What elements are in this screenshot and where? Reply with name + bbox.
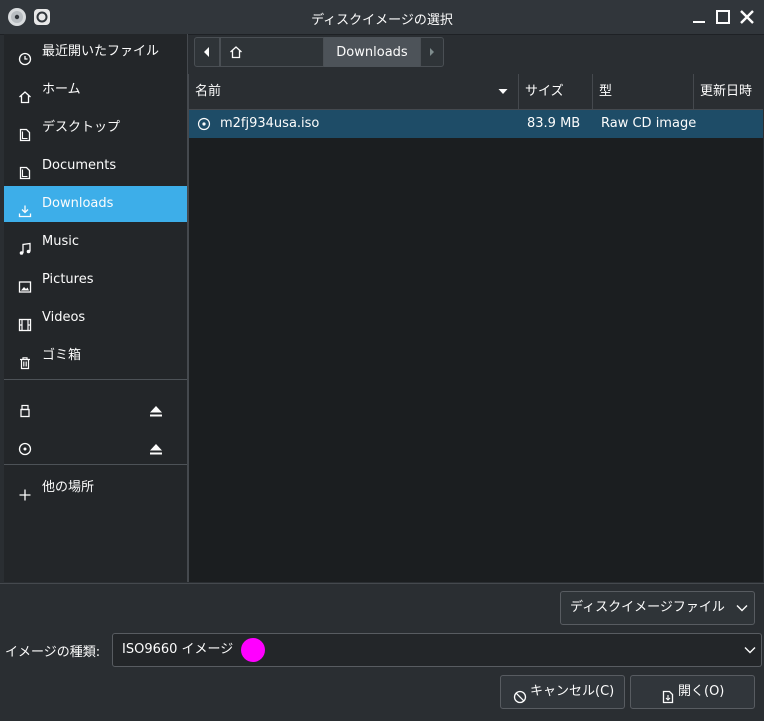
sidebar-item-label: Pictures [42,272,94,287]
sidebar-item-label: Documents [42,158,117,173]
sidebar-item-music[interactable]: Music [4,224,187,260]
desktop-icon [18,121,32,142]
sidebar-item-documents[interactable]: Documents [4,148,187,184]
file-row[interactable]: m2fj934usa.iso 83.9 MB Raw CD image [189,110,763,138]
sidebar-item-label: Videos [42,310,86,325]
maximize-button[interactable] [712,6,734,28]
usb-drive-icon [18,397,32,418]
video-icon [18,311,32,332]
eject-icon[interactable] [149,397,163,417]
dialog-footer: ディスクイメージファイル イメージの種類: ISO9660 イメージ キャンセル… [0,583,764,721]
sidebar-item-label: ホーム [42,82,81,97]
sidebar-item-downloads[interactable]: Downloads [4,186,187,222]
path-forward-button[interactable] [420,37,444,67]
sidebar-item-label: 最近開いたファイル [42,44,160,59]
file-size: 83.9 MB [527,116,581,131]
file-name: m2fj934usa.iso [220,116,320,131]
title-bar: ディスクイメージの選択 [0,0,764,35]
column-label: 型 [599,84,613,99]
open-label: 開く(O) [678,684,725,699]
download-icon [18,197,32,218]
chevron-down-icon [735,592,749,624]
places-sidebar: 最近開いたファイル ホーム デスクトップ Documents Downloads… [4,34,188,582]
file-list: 名前 サイズ 型 更新日時 m2fj934usa.iso 83.9 MB Raw… [188,74,763,582]
cancel-icon [513,685,527,717]
column-type[interactable]: 型 [593,74,694,109]
column-header: 名前 サイズ 型 更新日時 [189,74,763,110]
column-size[interactable]: サイズ [519,74,593,109]
sidebar-item-videos[interactable]: Videos [4,300,187,336]
path-segment-label: Downloads [336,45,408,60]
column-label: 名前 [195,84,222,99]
music-icon [18,235,32,255]
document-open-icon [661,685,675,717]
image-type-label: イメージの種類: [5,645,101,660]
disc-icon [18,435,32,456]
cancel-button[interactable]: キャンセル(C) [500,675,625,709]
eject-icon[interactable] [149,435,163,455]
sidebar-item-label: Downloads [42,196,114,211]
sidebar-item-usb-drive[interactable] [4,386,187,422]
sidebar-item-other-places[interactable]: 他の場所 [4,470,187,506]
path-back-button[interactable] [194,37,220,67]
image-type-select[interactable]: ISO9660 イメージ [112,633,762,667]
chevron-down-icon [743,634,757,666]
column-label: サイズ [525,84,564,99]
column-modified[interactable]: 更新日時 [694,74,763,109]
open-button[interactable]: 開く(O) [630,675,755,709]
cancel-label: キャンセル(C) [530,684,615,699]
cursor-marker [241,638,265,662]
sidebar-item-label: Music [42,234,79,249]
sidebar-item-label: 他の場所 [42,480,95,495]
picture-icon [18,273,32,293]
column-name[interactable]: 名前 [189,74,519,109]
plus-icon [18,481,32,501]
window-title: ディスクイメージの選択 [311,13,453,28]
trash-icon [18,349,32,370]
path-segment-downloads[interactable]: Downloads [324,37,420,67]
home-icon [229,45,243,63]
file-filter-value: ディスクイメージファイル [570,600,725,615]
path-segment-home[interactable] [220,37,324,67]
sidebar-divider [4,379,187,380]
file-filter-select[interactable]: ディスクイメージファイル [560,591,755,625]
clock-icon [18,45,32,66]
minimize-button[interactable] [688,6,710,28]
sidebar-item-recent[interactable]: 最近開いたファイル [4,34,187,70]
sidebar-item-label: ゴミ箱 [42,348,82,363]
sidebar-item-home[interactable]: ホーム [4,72,187,108]
sidebar-item-desktop[interactable]: デスクトップ [4,110,187,146]
column-label: 更新日時 [700,84,753,99]
disc-icon [197,117,211,135]
sidebar-item-pictures[interactable]: Pictures [4,262,187,298]
sidebar-item-trash[interactable]: ゴミ箱 [4,338,187,374]
image-type-value: ISO9660 イメージ [122,642,234,657]
sidebar-item-optical-drive[interactable] [4,424,187,460]
close-button[interactable] [736,6,758,28]
home-icon [18,83,32,104]
document-icon [18,159,32,180]
sidebar-item-label: デスクトップ [42,120,121,135]
file-type: Raw CD image [601,116,697,131]
sidebar-divider [4,464,187,465]
